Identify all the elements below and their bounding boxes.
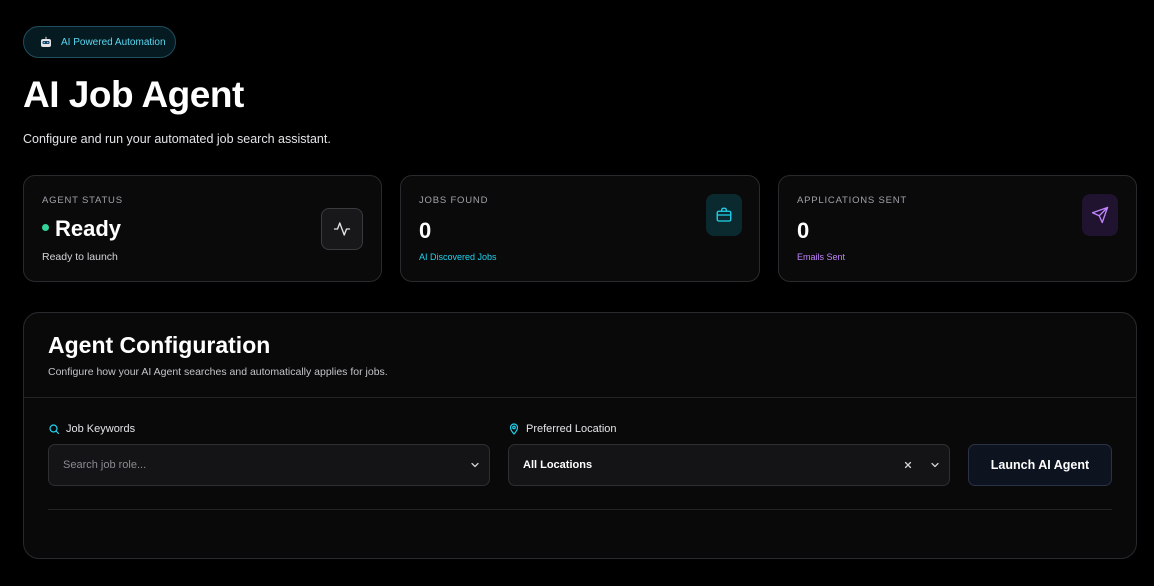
config-divider (24, 397, 1136, 398)
config-title: Agent Configuration (48, 332, 271, 358)
job-keywords-placeholder: Search job role... (63, 459, 147, 471)
activity-icon (321, 208, 363, 250)
robot-icon (40, 36, 52, 48)
briefcase-icon (706, 194, 742, 236)
agent-status-value: Ready (42, 216, 121, 242)
config-description: Configure how your AI Agent searches and… (48, 366, 388, 378)
page-subtitle: Configure and run your automated job sea… (23, 132, 331, 146)
badge-label: AI Powered Automation (61, 36, 166, 48)
jobs-found-value: 0 (419, 218, 432, 243)
agent-status-sub: Ready to launch (42, 251, 118, 263)
status-dot (42, 223, 49, 231)
agent-status-card: AGENT STATUS Ready Ready to launch (23, 175, 382, 282)
applications-sent-sub: Emails Sent (797, 252, 846, 262)
agent-configuration-panel: Agent Configuration Configure how your A… (23, 312, 1137, 559)
launch-ai-agent-button[interactable]: Launch AI Agent (968, 444, 1112, 486)
job-keywords-select[interactable]: Search job role... (48, 444, 490, 486)
jobs-found-label: JOBS FOUND (419, 195, 489, 206)
applications-sent-value: 0 (797, 218, 810, 243)
preferred-location-value: All Locations (523, 459, 593, 471)
send-icon (1082, 194, 1118, 236)
applications-sent-card: APPLICATIONS SENT 0 Emails Sent (778, 175, 1137, 282)
jobs-found-card: JOBS FOUND 0 AI Discovered Jobs (400, 175, 760, 282)
jobs-found-sub: AI Discovered Jobs (419, 252, 497, 262)
job-keywords-label: Job Keywords (48, 423, 135, 435)
ai-powered-badge: AI Powered Automation (23, 26, 176, 58)
bottom-divider (48, 509, 1112, 510)
preferred-location-label: Preferred Location (508, 423, 617, 435)
map-pin-icon (508, 423, 520, 435)
page-title: AI Job Agent (23, 74, 244, 115)
preferred-location-select[interactable]: All Locations (508, 444, 950, 486)
chevron-down-icon[interactable] (469, 459, 481, 471)
chevron-down-icon[interactable] (929, 459, 941, 471)
search-icon (48, 423, 60, 435)
clear-icon[interactable] (902, 459, 914, 471)
applications-sent-label: APPLICATIONS SENT (797, 195, 908, 206)
agent-status-label: AGENT STATUS (42, 195, 123, 206)
